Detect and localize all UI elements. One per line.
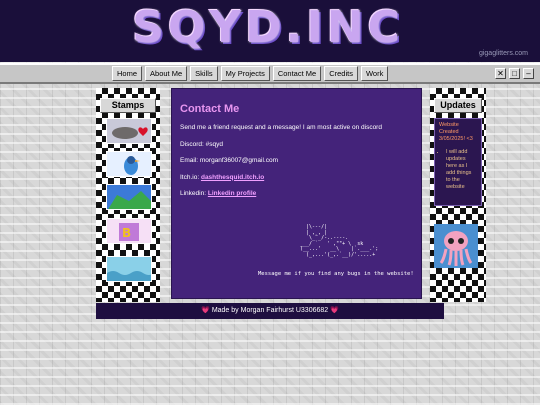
update-item: I will add updates here as I add things …	[446, 149, 477, 191]
stamps-title: Stamps	[100, 98, 156, 113]
landscape-icon	[107, 185, 151, 209]
svg-text:B: B	[122, 226, 131, 240]
email-label: Email:	[180, 157, 199, 164]
email-line: Email: morganf36007@gmail.com	[180, 157, 413, 165]
nav-credits[interactable]: Credits	[324, 66, 358, 81]
squid-image	[434, 224, 478, 268]
nav-bar: Home About Me Skills My Projects Contact…	[0, 63, 540, 84]
page-title: Contact Me	[180, 103, 240, 115]
itchio-line: Itch.io: dashthesquid.itch.io	[180, 174, 413, 182]
ascii-cat-art: |\---/| | ,_, | \_`_/-..----. ___/ ` ' ,…	[300, 224, 379, 258]
updates-list: Website Created 3/05/2025! <3 I will add…	[434, 118, 482, 206]
updates-items: I will add updates here as I add things …	[439, 149, 477, 191]
maximize-icon[interactable]: □	[509, 68, 520, 79]
contact-panel: Contact Me Send me a friend request and …	[171, 88, 422, 299]
nav-contact-me[interactable]: Contact Me	[272, 66, 322, 81]
update-created: Website Created 3/05/2025! <3	[439, 122, 473, 142]
linkedin-line: Linkedin: Linkedin profile	[180, 190, 413, 198]
linkedin-link[interactable]: Linkedin profile	[208, 190, 256, 197]
nav-my-projects[interactable]: My Projects	[220, 66, 270, 81]
updates-title: Updates	[434, 98, 482, 113]
bird-icon	[124, 156, 140, 175]
discord-label: Discord:	[180, 140, 204, 148]
water-icon	[107, 257, 151, 281]
stamp-pastel: B	[106, 218, 152, 244]
stamp-water	[106, 256, 152, 282]
site-logo: SQYD.INC	[132, 2, 404, 53]
nav-work[interactable]: Work	[360, 66, 389, 81]
banner-credit: gigaglitters.com	[478, 50, 528, 57]
header-banner: SQYD.INC gigaglitters.com	[0, 0, 540, 62]
nav-skills[interactable]: Skills	[190, 66, 218, 81]
pastel-badge-icon: B	[107, 219, 151, 243]
close-icon[interactable]: ✕	[495, 68, 506, 79]
contact-intro: Send me a friend request and a message! …	[180, 124, 382, 131]
stamp-landscape	[106, 184, 152, 210]
isopod-heart-icon	[112, 127, 148, 139]
stamp-bird	[106, 151, 152, 177]
updates-column: Updates Website Created 3/05/2025! <3 I …	[430, 88, 486, 302]
footer: 💗 Made by Morgan Fairhurst U3306682 💗	[96, 303, 444, 319]
minimize-icon[interactable]: –	[523, 68, 534, 79]
nav-home[interactable]: Home	[112, 66, 143, 81]
linkedin-label: Linkedin:	[180, 190, 207, 197]
squid-icon	[434, 224, 478, 268]
stamps-column: Stamps B	[96, 88, 160, 302]
itchio-link[interactable]: dashthesquid.itch.io	[201, 174, 264, 181]
discord-value: #sqyd	[205, 140, 224, 148]
nav-links: Home About Me Skills My Projects Contact…	[112, 66, 389, 81]
email-value: morganf36007@gmail.com	[199, 157, 279, 164]
itchio-label: Itch.io:	[180, 173, 200, 181]
bug-message: Message me if you find any bugs in the w…	[258, 271, 414, 277]
stamp-isopod	[106, 118, 152, 144]
window-controls: ✕ □ –	[495, 68, 534, 79]
nav-about-me[interactable]: About Me	[145, 66, 188, 81]
discord-line: Discord: #sqyd	[180, 141, 413, 149]
